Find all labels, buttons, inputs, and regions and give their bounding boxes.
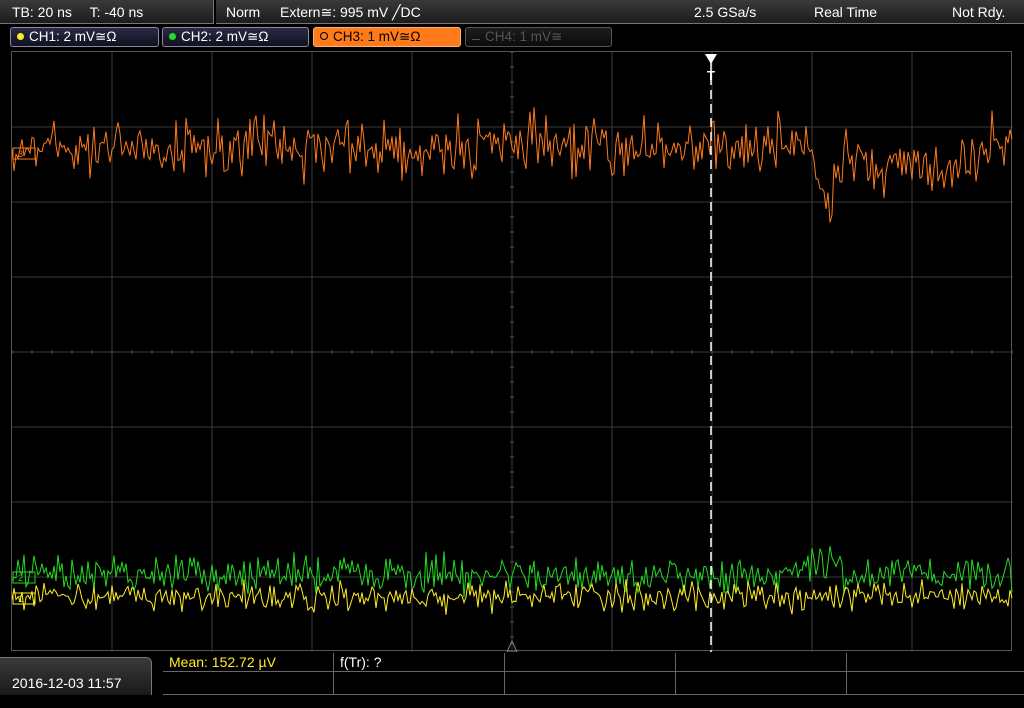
ch1-marker-label: 1 xyxy=(18,594,23,604)
ch1-label: CH1: 2 mV≅Ω xyxy=(29,29,117,44)
freq-measurement: f(Tr): ? xyxy=(334,653,505,672)
bottom-bar: 2016-12-03 11:57 Mean: 152.72 µV f(Tr): … xyxy=(0,653,1024,695)
measurement-slot-4 xyxy=(676,653,847,672)
ch2-label: CH2: 2 mV≅Ω xyxy=(181,29,269,44)
ch1-dot-icon xyxy=(17,33,24,40)
trigger-time-value: T: -40 ns xyxy=(89,4,144,20)
trigger-mode: Norm xyxy=(226,4,261,20)
ch2-dot-icon xyxy=(169,33,176,40)
trigger-source: Extern≅: 995 mV ╱DC xyxy=(280,4,421,20)
ch3-marker-label: 3 xyxy=(18,149,23,159)
top-status-bar: TB: 20 ns T: -40 ns Norm Extern≅: 995 mV… xyxy=(0,0,1024,26)
channel-tab-ch3[interactable]: CH3: 1 mV≅Ω xyxy=(313,27,461,47)
graticule xyxy=(12,52,1013,652)
ch4-off-icon xyxy=(472,39,480,40)
acquisition-status: Not Rdy. xyxy=(952,4,1006,20)
datetime-text: 2016-12-03 11:57 xyxy=(12,675,122,691)
measurement-slot-3 xyxy=(505,653,676,672)
measurement-slot-8 xyxy=(505,672,676,695)
measurement-slot-6 xyxy=(163,672,334,695)
channel-tab-ch1[interactable]: CH1: 2 mV≅Ω xyxy=(10,27,159,47)
waveform-display[interactable]: T 3 2 1 xyxy=(11,51,1013,652)
datetime-panel: 2016-12-03 11:57 xyxy=(0,657,152,695)
measurement-slot-5 xyxy=(847,653,1024,672)
channel-tab-ch4[interactable]: CH4: 1 mV≅ xyxy=(465,27,612,47)
channel-tab-ch2[interactable]: CH2: 2 mV≅Ω xyxy=(162,27,309,47)
waveform-canvas: T 3 2 1 xyxy=(12,52,1013,652)
timebase-panel[interactable]: TB: 20 ns T: -40 ns xyxy=(0,0,214,24)
measurement-table[interactable]: Mean: 152.72 µV f(Tr): ? xyxy=(163,653,1024,695)
trigger-arrow-icon[interactable] xyxy=(705,54,717,64)
ch3-label: CH3: 1 mV≅Ω xyxy=(333,29,421,44)
ch2-marker-label: 2 xyxy=(18,573,23,583)
measurement-slot-9 xyxy=(676,672,847,695)
channel-tabs: CH1: 2 mV≅Ω CH2: 2 mV≅Ω CH3: 1 mV≅Ω CH4:… xyxy=(0,27,1024,49)
measurement-slot-7 xyxy=(334,672,505,695)
trigger-marker-label: T xyxy=(707,68,715,83)
ch3-dot-icon xyxy=(320,32,328,40)
timebase-value: TB: 20 ns xyxy=(12,4,72,20)
acquisition-mode: Real Time xyxy=(814,4,878,20)
mean-measurement: Mean: 152.72 µV xyxy=(163,653,334,672)
ch4-label: CH4: 1 mV≅ xyxy=(485,29,563,44)
measurement-slot-10 xyxy=(847,672,1024,695)
sample-rate: 2.5 GSa/s xyxy=(694,4,757,20)
trigger-panel[interactable]: Norm Extern≅: 995 mV ╱DC 2.5 GSa/s Real … xyxy=(216,0,1024,24)
